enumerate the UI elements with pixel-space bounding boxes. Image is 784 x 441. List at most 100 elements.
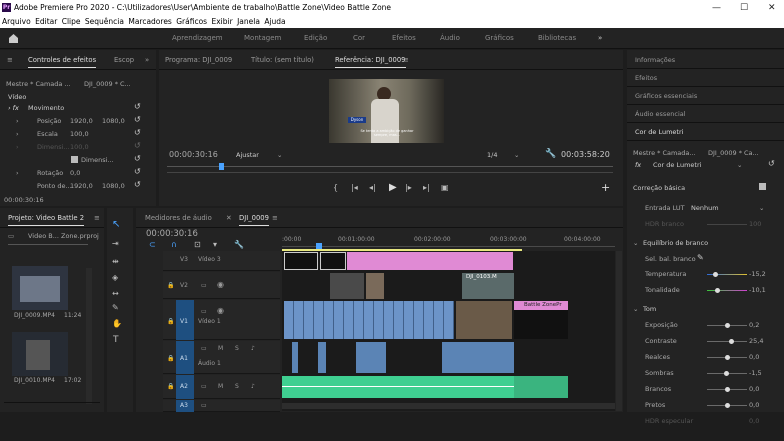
- expand-icon[interactable]: ›: [16, 169, 19, 177]
- minimize-button[interactable]: —: [712, 0, 721, 16]
- expand-icon[interactable]: ⌄: [633, 305, 638, 313]
- info-panel-tab[interactable]: Informações: [635, 56, 675, 64]
- mic-icon[interactable]: ♪: [251, 345, 255, 352]
- lut-select[interactable]: Nenhum: [691, 204, 719, 212]
- wrench-icon[interactable]: 🔧: [234, 241, 244, 249]
- panel-menu-icon[interactable]: ≡: [272, 208, 278, 228]
- scale-value[interactable]: 100,0: [70, 130, 89, 138]
- magnet-icon[interactable]: ∩: [171, 241, 177, 249]
- anchor-x-value[interactable]: 1920,0: [70, 182, 93, 190]
- expand-icon[interactable]: ›: [16, 143, 19, 151]
- motion-label[interactable]: Movimento: [28, 104, 64, 112]
- scrollbar[interactable]: [86, 268, 92, 404]
- v1-clip-sequence[interactable]: [284, 301, 454, 339]
- whites-slider[interactable]: [707, 387, 747, 392]
- mic-icon[interactable]: ♪: [251, 383, 255, 390]
- track-id[interactable]: A1: [180, 355, 188, 362]
- highlights-slider[interactable]: [707, 355, 747, 360]
- eyedropper-icon[interactable]: ✎: [697, 253, 704, 262]
- workspace-aprendizagem[interactable]: Aprendizagem: [172, 28, 223, 49]
- a1-clip[interactable]: [292, 342, 298, 373]
- track-select-icon[interactable]: ⇥: [112, 240, 119, 248]
- highlights-value[interactable]: 0,0: [749, 353, 759, 361]
- timeline-timecode[interactable]: 00:00:30:16: [146, 229, 198, 239]
- menu-arquivo[interactable]: Arquivo: [2, 17, 31, 26]
- essential-graphics-tab[interactable]: Gráficos essenciais: [635, 92, 697, 100]
- linked-icon[interactable]: ⊡: [194, 241, 201, 249]
- monitor-scrub-bar[interactable]: [167, 166, 613, 167]
- add-button-icon[interactable]: +: [601, 182, 610, 193]
- lock-icon[interactable]: 🔒: [167, 318, 174, 325]
- chevron-down-icon[interactable]: ⌄: [277, 151, 282, 159]
- reset-scale-icon[interactable]: ↺: [134, 128, 141, 137]
- monitor-timecode[interactable]: 00:00:30:16: [169, 150, 218, 159]
- tint-value[interactable]: -10,1: [749, 286, 766, 294]
- a1-clip[interactable]: [356, 342, 386, 373]
- workspace-montagem[interactable]: Montagem: [244, 28, 281, 49]
- position-y-value[interactable]: 1080,0: [102, 117, 125, 125]
- selection-tool-icon[interactable]: ↖: [112, 220, 120, 230]
- tab-effect-controls[interactable]: Controles de efeitos: [28, 50, 97, 70]
- panel-menu-icon[interactable]: ≡: [403, 50, 409, 70]
- v2-clip[interactable]: [366, 273, 384, 299]
- workspace-graficos[interactable]: Gráficos: [485, 28, 514, 49]
- home-icon[interactable]: [8, 33, 19, 43]
- wrench-icon[interactable]: 🔧: [545, 149, 556, 159]
- tab-reference[interactable]: Referência: DJI_0009: [335, 50, 406, 70]
- chevron-down-icon[interactable]: ⌄: [737, 161, 742, 169]
- tab-program[interactable]: Programa: DJI_0009: [165, 50, 232, 70]
- basic-correction-section[interactable]: Correção básica: [633, 184, 685, 192]
- workspace-audio[interactable]: Áudio: [440, 28, 460, 49]
- lumetri-clip[interactable]: DJI_0009 * Ca...: [708, 149, 759, 157]
- temperature-slider[interactable]: [707, 272, 747, 277]
- lock-icon[interactable]: 🔒: [167, 383, 174, 390]
- timeline-ruler[interactable]: [282, 246, 615, 247]
- shadows-value[interactable]: -1,5: [749, 369, 762, 377]
- sync-icon[interactable]: ▭: [201, 402, 207, 409]
- track-id[interactable]: V2: [180, 282, 188, 289]
- step-back-icon[interactable]: |◂: [351, 184, 358, 192]
- exposure-slider[interactable]: [707, 323, 747, 328]
- v3-clip-black[interactable]: [320, 252, 346, 270]
- tint-slider[interactable]: [707, 288, 747, 293]
- video-frame[interactable]: Dyson Se tenta a ambição de ganhar sempr…: [329, 79, 444, 143]
- reset-anchor-icon[interactable]: ↺: [134, 180, 141, 189]
- a1-clip[interactable]: [442, 342, 514, 373]
- a2-clip-music[interactable]: [282, 376, 514, 398]
- whites-value[interactable]: 0,0: [749, 385, 759, 393]
- basic-correction-checkbox[interactable]: [759, 183, 766, 190]
- pen-tool-icon[interactable]: ✎: [112, 304, 119, 312]
- v1-clip[interactable]: [456, 301, 512, 339]
- timeline-h-scrollbar[interactable]: [282, 403, 615, 409]
- step-forward-icon[interactable]: ▸|: [423, 184, 430, 192]
- sync-icon[interactable]: ▭: [201, 308, 207, 315]
- reset-icon[interactable]: ↺: [134, 154, 141, 163]
- clip-thumbnail[interactable]: [12, 266, 68, 310]
- play-icon[interactable]: ▶: [389, 183, 397, 193]
- tone-section[interactable]: Tom: [643, 305, 656, 313]
- monitor-playhead[interactable]: [219, 163, 224, 170]
- menu-janela[interactable]: Janela: [237, 17, 260, 26]
- tab-project[interactable]: Projeto: Video Battle 2: [8, 208, 85, 228]
- prev-frame-icon[interactable]: ◂|: [369, 184, 376, 192]
- chevron-down-icon[interactable]: ⌄: [514, 151, 519, 159]
- contrast-value[interactable]: 25,4: [749, 337, 763, 345]
- a2-clip-music[interactable]: [514, 376, 568, 398]
- expand-icon[interactable]: ›: [16, 130, 19, 138]
- solo-button[interactable]: S: [235, 383, 239, 390]
- reset-icon[interactable]: ↺: [134, 102, 141, 111]
- essential-audio-tab[interactable]: Áudio essencial: [635, 110, 686, 118]
- mark-in-icon[interactable]: {: [333, 184, 338, 192]
- white-balance-section[interactable]: Equilíbrio de branco: [643, 239, 708, 247]
- dimension-checkbox[interactable]: [71, 156, 78, 163]
- marker-icon[interactable]: ▾: [213, 241, 217, 249]
- export-frame-icon[interactable]: ▣: [441, 184, 449, 192]
- v3-clip-black[interactable]: [284, 252, 318, 270]
- lumetri-panel-tab[interactable]: Cor de Lumetri: [635, 128, 683, 136]
- chevron-down-icon[interactable]: ⌄: [759, 204, 764, 212]
- effects-timecode[interactable]: 00:00:30:16: [4, 196, 44, 204]
- slip-tool-icon[interactable]: ↔: [112, 290, 119, 298]
- lock-icon[interactable]: 🔒: [167, 355, 174, 362]
- lumetri-fx-select[interactable]: Cor de Lumetri: [653, 161, 701, 169]
- blacks-value[interactable]: 0,0: [749, 401, 759, 409]
